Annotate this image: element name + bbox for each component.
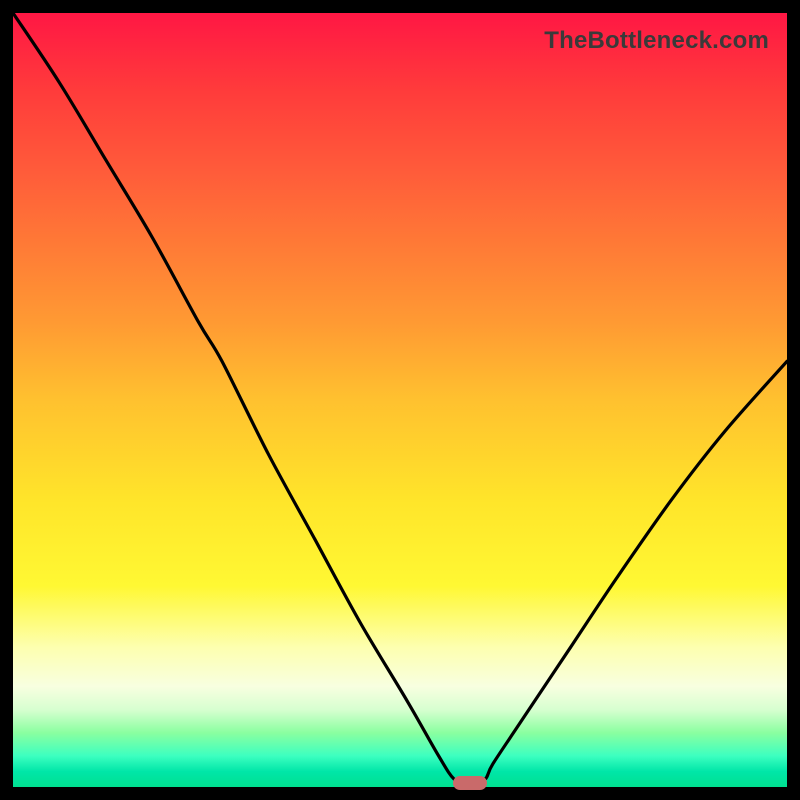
bottleneck-curve — [13, 13, 787, 787]
chart-frame: TheBottleneck.com — [0, 0, 800, 800]
optimum-marker — [453, 776, 487, 790]
plot-area: TheBottleneck.com — [13, 13, 787, 787]
